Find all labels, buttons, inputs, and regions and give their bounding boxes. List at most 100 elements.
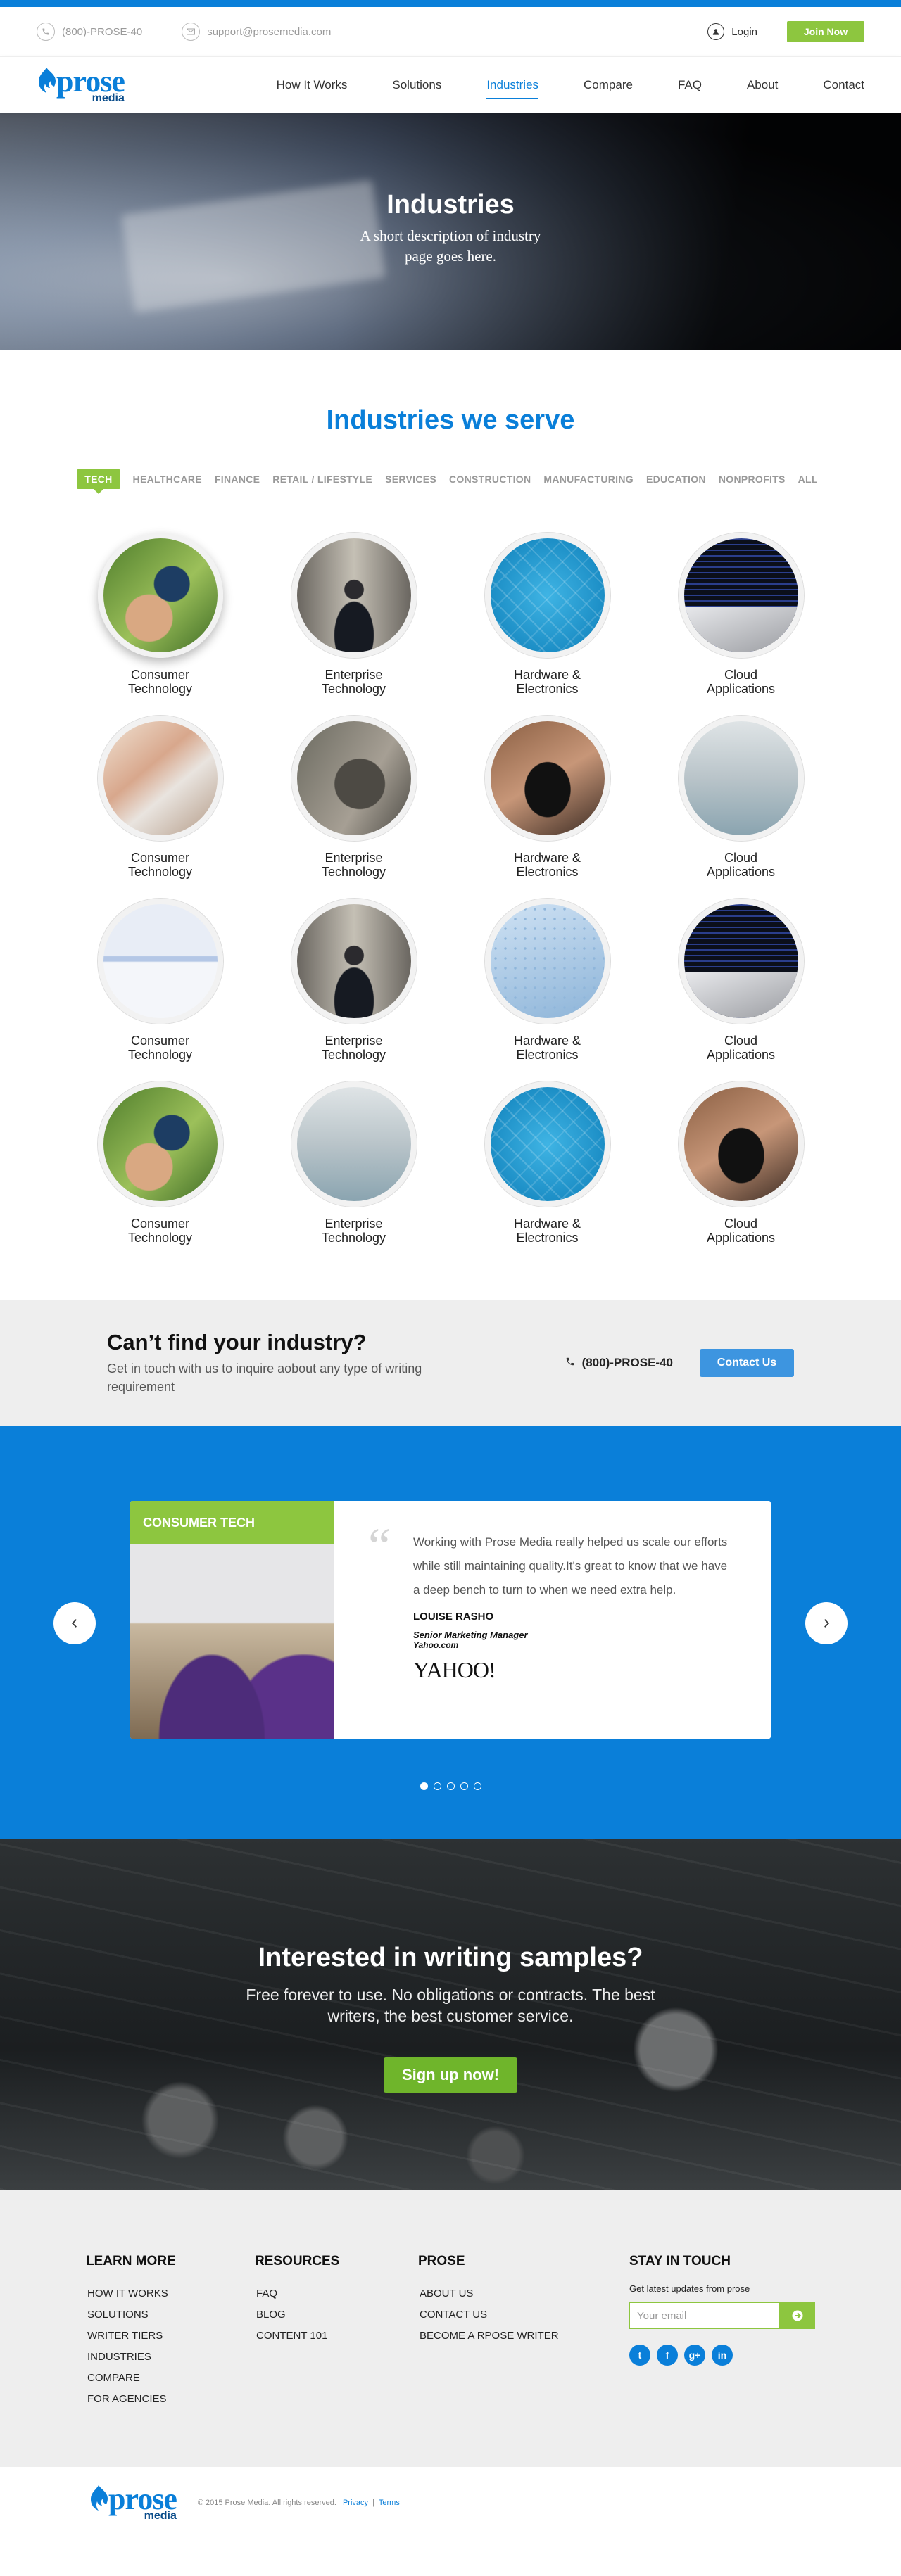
tab-manufacturing[interactable]: MANUFACTURING — [543, 474, 634, 485]
footer-link-contact-us[interactable]: CONTACT US — [420, 2304, 629, 2326]
industry-card[interactable]: Enterprise Technology — [257, 1081, 450, 1248]
newsletter-form: Your email — [629, 2302, 826, 2329]
industry-card[interactable]: Hardware & Electronics — [450, 716, 644, 882]
cta-phone-text: (800)-PROSE-40 — [581, 1356, 673, 1369]
nav-compare[interactable]: Compare — [584, 58, 633, 112]
industry-label: Consumer Technology — [127, 851, 193, 879]
testimonial-role: Senior Marketing Manager — [413, 1630, 528, 1640]
industry-image — [97, 899, 223, 1024]
footer-link-about-us[interactable]: ABOUT US — [420, 2283, 629, 2304]
testimonial-photo — [130, 1544, 334, 1739]
facebook-icon[interactable]: f — [657, 2345, 678, 2366]
footer-learn-more: LEARN MORE HOW IT WORKS SOLUTIONS WRITER… — [86, 2254, 255, 2467]
linkedin-icon[interactable]: in — [712, 2345, 733, 2366]
terms-link[interactable]: Terms — [379, 2499, 400, 2507]
nav-about[interactable]: About — [747, 58, 778, 112]
nav-contact[interactable]: Contact — [823, 58, 864, 112]
cta-phone[interactable]: (800)-PROSE-40 — [565, 1356, 673, 1370]
industries-section: Industries we serve TECH HEALTHCARE FINA… — [0, 350, 901, 1248]
twitter-icon[interactable]: t — [629, 2345, 650, 2366]
email-field[interactable]: Your email — [629, 2302, 780, 2329]
industry-image — [484, 533, 610, 658]
newsletter-subtitle: Get latest updates from prose — [629, 2283, 750, 2294]
sign-up-button[interactable]: Sign up now! — [384, 2057, 517, 2093]
tab-construction[interactable]: CONSTRUCTION — [449, 474, 531, 485]
tab-all[interactable]: ALL — [798, 474, 818, 485]
carousel-next-button[interactable] — [805, 1602, 848, 1644]
industry-card[interactable]: Enterprise Technology — [257, 899, 450, 1065]
footer-link-compare[interactable]: COMPARE — [87, 2368, 255, 2389]
nav-solutions[interactable]: Solutions — [392, 58, 441, 112]
footer-prose: PROSE ABOUT US CONTACT US BECOME A RPOSE… — [418, 2254, 629, 2467]
subscribe-button[interactable] — [780, 2302, 815, 2329]
industry-label: Cloud Applications — [706, 851, 776, 879]
footer-link-become-writer[interactable]: BECOME A RPOSE WRITER — [420, 2326, 629, 2347]
footer-link-for-agencies[interactable]: FOR AGENCIES — [87, 2389, 255, 2410]
google-plus-icon[interactable]: g+ — [684, 2345, 705, 2366]
footer-link-blog[interactable]: BLOG — [256, 2304, 418, 2326]
industry-card[interactable]: Consumer Technology — [63, 533, 257, 699]
login-link[interactable]: Login — [707, 23, 757, 40]
carousel-prev-button[interactable] — [53, 1602, 96, 1644]
industry-card[interactable]: Consumer Technology — [63, 1081, 257, 1248]
industry-card[interactable]: Enterprise Technology — [257, 533, 450, 699]
tab-retail-lifestyle[interactable]: RETAIL / LIFESTYLE — [272, 474, 372, 485]
industry-label: Enterprise Technology — [321, 1034, 386, 1062]
cant-find-industry-banner: Can’t find your industry? Get in touch w… — [0, 1300, 901, 1426]
phone-contact[interactable]: (800)-PROSE-40 — [37, 23, 142, 41]
industry-card[interactable]: Hardware & Electronics — [450, 1081, 644, 1248]
industry-image — [291, 1081, 417, 1207]
industry-label: Consumer Technology — [127, 668, 193, 696]
footer: LEARN MORE HOW IT WORKS SOLUTIONS WRITER… — [0, 2190, 901, 2467]
industry-card[interactable]: Hardware & Electronics — [450, 533, 644, 699]
industry-label: Cloud Applications — [706, 1034, 776, 1062]
join-now-button[interactable]: Join Now — [787, 21, 864, 42]
industry-card[interactable]: Enterprise Technology — [257, 716, 450, 882]
footer-link-faq[interactable]: FAQ — [256, 2283, 418, 2304]
industry-card[interactable]: Consumer Technology — [63, 899, 257, 1065]
tab-services[interactable]: SERVICES — [385, 474, 436, 485]
logo-subword: media — [92, 91, 125, 104]
industry-card[interactable]: Cloud Applications — [644, 716, 838, 882]
carousel-dot[interactable] — [460, 1782, 468, 1790]
nav-industries[interactable]: Industries — [486, 58, 538, 112]
email-contact[interactable]: support@prosemedia.com — [182, 23, 331, 41]
footer-link-how-it-works[interactable]: HOW IT WORKS — [87, 2283, 255, 2304]
copyright: © 2015 Prose Media. All rights reserved.… — [198, 2499, 404, 2507]
flame-icon — [39, 67, 56, 93]
industry-image — [678, 533, 804, 658]
tab-healthcare[interactable]: HEALTHCARE — [133, 474, 202, 485]
carousel-dot[interactable] — [420, 1782, 428, 1790]
privacy-link[interactable]: Privacy — [343, 2499, 368, 2507]
footer-link-writer-tiers[interactable]: WRITER TIERS — [87, 2326, 255, 2347]
user-icon — [707, 23, 725, 40]
footer-logo[interactable]: prose media — [89, 2484, 177, 2522]
industry-label: Consumer Technology — [127, 1034, 193, 1062]
carousel-dot[interactable] — [446, 1782, 455, 1790]
industry-image — [484, 899, 610, 1024]
mail-icon — [182, 23, 201, 41]
industry-card[interactable]: Cloud Applications — [644, 533, 838, 699]
industry-card[interactable]: Cloud Applications — [644, 899, 838, 1065]
tab-education[interactable]: EDUCATION — [646, 474, 706, 485]
carousel-dot[interactable] — [473, 1782, 481, 1790]
footer-link-solutions[interactable]: SOLUTIONS — [87, 2304, 255, 2326]
industry-card[interactable]: Cloud Applications — [644, 1081, 838, 1248]
carousel-dot[interactable] — [433, 1782, 441, 1790]
footer-heading: STAY IN TOUCH — [629, 2254, 731, 2269]
nav-how-it-works[interactable]: How It Works — [277, 58, 348, 112]
contact-us-button[interactable]: Contact Us — [700, 1349, 794, 1377]
tab-nonprofits[interactable]: NONPROFITS — [719, 474, 786, 485]
tab-finance[interactable]: FINANCE — [215, 474, 260, 485]
prose-media-logo[interactable]: prose media — [37, 65, 125, 104]
industry-card[interactable]: Consumer Technology — [63, 716, 257, 882]
industry-image — [97, 1081, 223, 1207]
industry-card[interactable]: Hardware & Electronics — [450, 899, 644, 1065]
footer-resources: RESOURCES FAQ BLOG CONTENT 101 — [255, 2254, 418, 2467]
footer-link-industries[interactable]: INDUSTRIES — [87, 2347, 255, 2368]
tab-tech[interactable]: TECH — [77, 469, 120, 494]
footer-link-content-101[interactable]: CONTENT 101 — [256, 2326, 418, 2347]
industry-image — [678, 899, 804, 1024]
nav-faq[interactable]: FAQ — [678, 58, 702, 112]
industry-grid: Consumer Technology Enterprise Technolog… — [63, 533, 838, 1248]
